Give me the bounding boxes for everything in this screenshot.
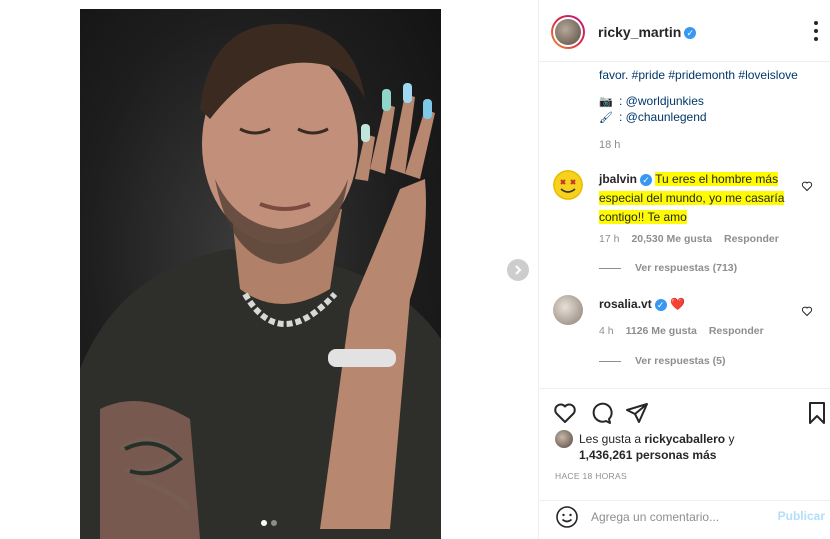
more-options-icon[interactable] bbox=[813, 18, 819, 44]
verified-badge-icon: ✓ bbox=[654, 298, 667, 311]
post-photo[interactable] bbox=[80, 9, 441, 539]
credit-photographer[interactable]: 📷 : @worldjunkies bbox=[599, 94, 704, 108]
reply-button[interactable]: Responder bbox=[724, 233, 779, 245]
emoji-picker-icon[interactable] bbox=[555, 505, 579, 529]
save-bookmark-icon[interactable] bbox=[805, 401, 829, 425]
share-paper-plane-icon[interactable] bbox=[625, 401, 649, 425]
carousel-indicator bbox=[261, 520, 277, 526]
comment-like-heart-icon[interactable] bbox=[801, 180, 813, 192]
camera-icon: 📷 bbox=[599, 95, 613, 108]
verified-badge-icon: ✓ bbox=[640, 173, 653, 186]
post-header: ricky_martin ✓ bbox=[539, 0, 830, 62]
comment-avatar-rosalia[interactable] bbox=[553, 295, 583, 325]
comment-likes-count[interactable]: 1126 Me gusta bbox=[626, 325, 697, 337]
liker-avatar[interactable] bbox=[555, 430, 573, 448]
smiley-icon bbox=[553, 170, 583, 200]
post-panel: ricky_martin ✓ favor. #pride #pridemonth … bbox=[538, 0, 830, 539]
liker-username[interactable]: rickycaballero bbox=[644, 432, 725, 446]
view-replies-button[interactable]: Ver respuestas (5) bbox=[599, 355, 725, 367]
view-replies-button[interactable]: Ver respuestas (713) bbox=[599, 262, 737, 274]
likes-summary: Les gusta a rickycaballero y 1,436,261 p… bbox=[555, 430, 779, 463]
like-heart-icon[interactable] bbox=[553, 401, 577, 425]
comment-meta: 4 h 1126 Me gusta Responder bbox=[599, 325, 764, 337]
comment-username[interactable]: jbalvin bbox=[599, 172, 637, 186]
comment-like-heart-icon[interactable] bbox=[801, 305, 813, 317]
comment-username[interactable]: rosalia.vt bbox=[599, 297, 652, 311]
post-timestamp[interactable]: HACE 18 HORAS bbox=[555, 471, 627, 481]
brush-icon: 🖌 bbox=[599, 111, 613, 124]
verified-badge-icon: ✓ bbox=[684, 27, 697, 40]
comment-meta: 17 h 20,530 Me gusta Responder bbox=[599, 233, 779, 245]
carousel-dot-active bbox=[261, 520, 267, 526]
comments-list[interactable]: favor. #pride #pridemonth #loveislove 📷 … bbox=[539, 62, 830, 388]
author-username[interactable]: ricky_martin ✓ bbox=[598, 24, 697, 40]
caption-time: 18 h bbox=[599, 139, 621, 151]
comment-text-rosalia: rosalia.vt ✓ ❤️ bbox=[599, 295, 799, 314]
author-avatar[interactable] bbox=[551, 15, 585, 49]
red-heart-emoji-icon: ❤️ bbox=[670, 297, 685, 311]
post-actions: Les gusta a rickycaballero y 1,436,261 p… bbox=[539, 388, 830, 500]
reply-button[interactable]: Responder bbox=[709, 325, 764, 337]
comment-avatar-jbalvin[interactable] bbox=[553, 170, 583, 200]
comment-input[interactable] bbox=[591, 508, 771, 526]
post-media bbox=[0, 0, 538, 539]
publish-button[interactable]: Publicar bbox=[778, 509, 825, 523]
add-comment-bar: Publicar bbox=[539, 500, 830, 539]
comment-bubble-icon[interactable] bbox=[589, 401, 613, 425]
credit-makeup[interactable]: 🖌 : @chaunlegend bbox=[599, 110, 707, 124]
likes-count[interactable]: 1,436,261 personas más bbox=[579, 448, 716, 462]
caption-text[interactable]: favor. #pride #pridemonth #loveislove bbox=[599, 66, 798, 84]
carousel-dot bbox=[271, 520, 277, 526]
comment-likes-count[interactable]: 20,530 Me gusta bbox=[631, 233, 712, 245]
next-slide-button[interactable] bbox=[507, 259, 529, 281]
comment-text-jbalvin: jbalvin ✓ Tu eres el hombre más especial … bbox=[599, 170, 799, 227]
chevron-right-icon bbox=[515, 265, 522, 275]
photo-illustration bbox=[80, 23, 441, 539]
